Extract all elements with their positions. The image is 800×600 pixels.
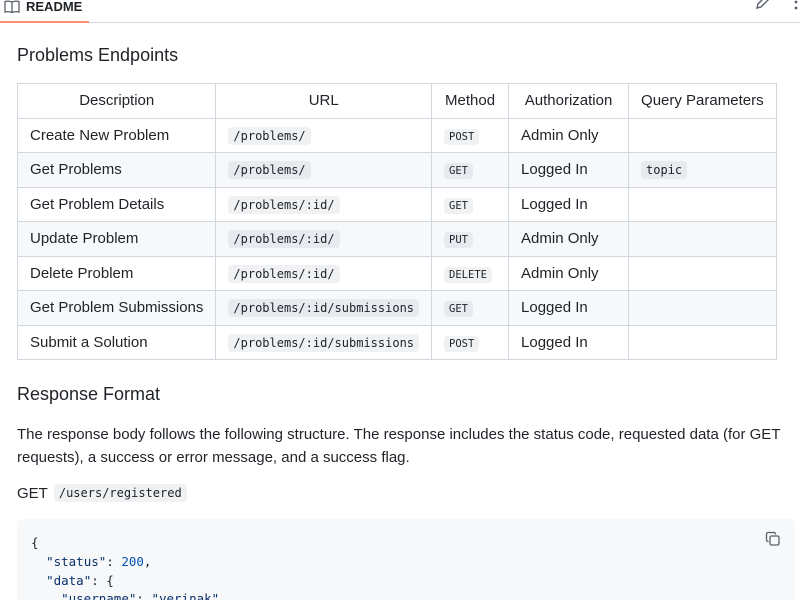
readme-tab-label: README [26, 0, 83, 14]
cell-url: /problems/:id/ [215, 255, 433, 291]
cell-description: Get Problem Submissions [16, 290, 217, 326]
authorization-text: Logged In [521, 299, 588, 317]
url-code: /problems/ [228, 161, 311, 180]
cell-query-parameters [628, 255, 777, 291]
description-text: Get Problem Details [30, 195, 165, 213]
cell-method: GET [431, 186, 510, 222]
cell-query-parameters [628, 324, 777, 360]
table-row: Delete Problem/problems/:id/DELETE Admin … [16, 255, 777, 291]
method-code: POST [444, 128, 480, 145]
endpoints-table: Description URL Method Authorization Que… [16, 83, 777, 360]
cell-description: Get Problem Details [16, 186, 217, 222]
cell-description: Update Problem [16, 221, 217, 257]
cell-query-parameters [628, 290, 777, 326]
cell-url: /problems/ [215, 117, 433, 153]
cell-query-parameters: topic [628, 152, 777, 188]
code-block: { "status": 200, "data": { "username": "… [17, 519, 795, 600]
column-header-authorization: Authorization [508, 83, 630, 119]
table-row: Get Problems/problems/GET Logged In topic [16, 152, 777, 188]
cell-url: /problems/:id/ [215, 186, 433, 222]
cell-method: POST [431, 324, 510, 360]
column-header-method: Method [431, 83, 510, 119]
cell-authorization: Admin Only [508, 255, 630, 291]
authorization-text: Admin Only [521, 126, 599, 144]
copy-icon[interactable] [765, 531, 781, 547]
query-code: topic [641, 161, 688, 180]
authorization-text: Logged In [521, 195, 588, 213]
column-header-url: URL [215, 83, 433, 119]
code-line: "username": "yerinak", [61, 591, 227, 600]
description-text: Delete Problem [30, 264, 134, 282]
method-code: GET [444, 163, 473, 180]
authorization-text: Logged In [521, 333, 588, 351]
table-header-row: Description URL Method Authorization Que… [16, 83, 777, 119]
cell-url: /problems/:id/submissions [215, 324, 433, 360]
method-code: GET [444, 197, 473, 214]
cell-authorization: Admin Only [508, 221, 630, 257]
url-code: /problems/:id/ [228, 195, 340, 214]
cell-authorization: Logged In [508, 290, 630, 326]
cell-method: GET [431, 152, 510, 188]
cell-description: Create New Problem [16, 117, 217, 153]
method-code: PUT [444, 232, 473, 249]
cell-url: /problems/:id/ [215, 221, 433, 257]
method-code: DELETE [444, 266, 492, 283]
cell-description: Get Problems [16, 152, 217, 188]
table-row: Create New Problem/problems/POST Admin On… [16, 117, 777, 153]
readme-header: README [0, 0, 800, 23]
cell-authorization: Logged In [508, 324, 630, 360]
code-line: "status": 200, [46, 554, 152, 569]
cell-description: Submit a Solution [16, 324, 217, 360]
cell-authorization: Logged In [508, 152, 630, 188]
section-title-endpoints: Problems Endpoints [17, 45, 179, 65]
code-line: { [31, 535, 39, 550]
cell-method: PUT [431, 221, 510, 257]
code-line: "data": { [46, 573, 114, 588]
cell-query-parameters [628, 117, 777, 153]
description-text: Get Problem Submissions [30, 299, 204, 317]
url-code: /problems/:id/submissions [228, 299, 420, 318]
url-code: /problems/:id/ [228, 264, 340, 283]
column-header-query-parameters: Query Parameters [628, 83, 777, 119]
example-method: GET [17, 484, 48, 502]
table-row: Submit a Solution/problems/:id/submissio… [16, 324, 777, 360]
table-row: Update Problem/problems/:id/PUT Admin Onl… [16, 221, 777, 257]
cell-method: GET [431, 290, 510, 326]
book-icon [4, 0, 20, 13]
pencil-icon[interactable] [754, 0, 772, 11]
url-code: /problems/:id/ [228, 230, 340, 249]
cell-authorization: Admin Only [508, 117, 630, 153]
authorization-text: Admin Only [521, 264, 599, 282]
cell-method: POST [431, 117, 510, 153]
method-code: GET [444, 301, 473, 318]
method-code: POST [444, 335, 480, 352]
authorization-text: Admin Only [521, 230, 599, 248]
cell-method: DELETE [431, 255, 510, 291]
response-description: The response body follows the following … [17, 426, 781, 466]
description-text: Create New Problem [30, 126, 170, 144]
description-text: Update Problem [30, 230, 139, 248]
readme-tab[interactable]: README [0, 0, 90, 23]
description-text: Get Problems [30, 161, 122, 179]
cell-query-parameters [628, 221, 777, 257]
column-header-description: Description [16, 83, 217, 119]
table-row: Get Problem Submissions/problems/:id/sub… [16, 290, 777, 326]
table-row: Get Problem Details/problems/:id/GET Logg… [16, 186, 777, 222]
section-title-response: Response Format [17, 384, 161, 404]
url-code: /problems/ [228, 126, 311, 145]
description-text: Submit a Solution [30, 333, 148, 351]
cell-authorization: Logged In [508, 186, 630, 222]
cell-description: Delete Problem [16, 255, 217, 291]
example-request: GET /users/registered [17, 484, 187, 502]
cell-url: /problems/ [215, 152, 433, 188]
example-path: /users/registered [53, 484, 187, 502]
cell-query-parameters [628, 186, 777, 222]
url-code: /problems/:id/submissions [228, 333, 420, 352]
cell-url: /problems/:id/submissions [215, 290, 433, 326]
authorization-text: Logged In [521, 161, 588, 179]
kebab-icon[interactable] [792, 0, 800, 11]
